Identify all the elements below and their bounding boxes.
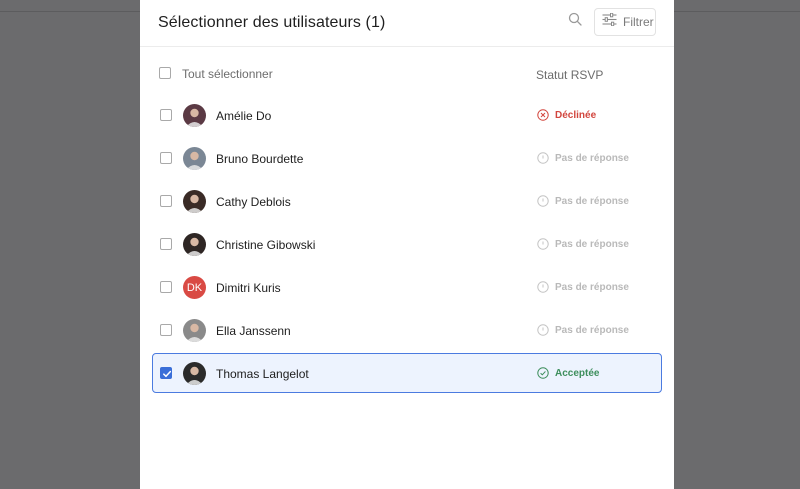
user-name: Dimitri Kuris [216,281,281,295]
rsvp-status: Pas de réponse [537,324,629,336]
avatar [183,233,206,256]
modal-title: Sélectionner des utilisateurs (1) [158,14,386,31]
rsvp-status-label: Pas de réponse [555,281,629,293]
rsvp-status-label: Pas de réponse [555,195,629,207]
rsvp-status: Pas de réponse [537,281,629,293]
rsvp-status: Pas de réponse [537,238,629,250]
user-name: Thomas Langelot [216,367,309,381]
user-checkbox[interactable] [160,109,172,121]
avatar [183,190,206,213]
user-checkbox[interactable] [160,152,172,164]
user-checkbox[interactable] [160,238,172,250]
pending-clock-icon [537,195,549,207]
user-name: Amélie Do [216,109,272,123]
rsvp-status: Pas de réponse [537,152,629,164]
pending-clock-icon [537,152,549,164]
rsvp-status-label: Pas de réponse [555,238,629,250]
search-icon[interactable] [568,12,584,28]
avatar: DK [183,276,206,299]
pending-clock-icon [537,281,549,293]
pending-clock-icon [537,238,549,250]
avatar-initials: DK [186,281,203,294]
user-row[interactable]: Ella Janssenn Pas de réponse [152,310,662,350]
rsvp-status: Acceptée [537,367,599,379]
select-all-checkbox[interactable] [159,67,171,79]
rsvp-status-label: Pas de réponse [555,152,629,164]
rsvp-status: Pas de réponse [537,195,629,207]
user-row[interactable]: Amélie Do Déclinée [152,95,662,135]
user-name: Bruno Bourdette [216,152,304,166]
user-name: Christine Gibowski [216,238,316,252]
accepted-check-icon [537,367,549,379]
user-checkbox[interactable] [160,281,172,293]
avatar [183,104,206,127]
rsvp-status-label: Acceptée [555,367,600,379]
select-all-label: Tout sélectionner [182,67,273,81]
rsvp-status-label: Pas de réponse [555,324,629,336]
user-checkbox[interactable] [160,195,172,207]
declined-x-icon [537,109,549,121]
user-name: Cathy Deblois [216,195,291,209]
avatar [183,319,206,342]
rsvp-status-header: Statut RSVP [536,68,604,82]
pending-clock-icon [537,324,549,336]
select-users-modal: Sélectionner des utilisateurs (1) Filtre… [140,0,674,489]
user-row[interactable]: Bruno Bourdette Pas de réponse [152,138,662,178]
filter-button[interactable]: Filtrer [594,8,656,36]
rsvp-status-label: Déclinée [555,109,597,121]
list-header: Tout sélectionner Statut RSVP [140,47,674,99]
rsvp-status: Déclinée [537,109,596,121]
user-checkbox[interactable] [160,324,172,336]
user-row[interactable]: DK Dimitri Kuris Pas de réponse [152,267,662,307]
modal-header: Sélectionner des utilisateurs (1) Filtre… [140,0,674,47]
user-row[interactable]: Cathy Deblois Pas de réponse [152,181,662,221]
filter-label: Filtrer [623,15,654,29]
avatar [183,147,206,170]
user-row[interactable]: Christine Gibowski Pas de réponse [152,224,662,264]
user-name: Ella Janssenn [216,324,291,338]
sliders-icon [602,12,617,31]
user-row[interactable]: Thomas Langelot Acceptée [152,353,662,393]
user-checkbox[interactable] [160,367,172,379]
avatar [183,362,206,385]
